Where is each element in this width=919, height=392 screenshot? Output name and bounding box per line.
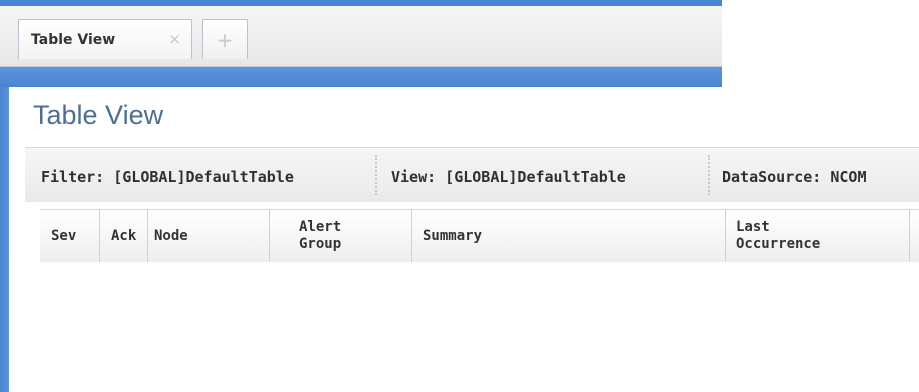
header-blue-bar bbox=[0, 67, 722, 87]
column-label: Sev bbox=[51, 228, 77, 244]
column-label: Alert Group bbox=[299, 219, 342, 252]
datasource-selector[interactable]: DataSource: NCOM bbox=[722, 168, 867, 186]
column-header-sev[interactable]: Sev bbox=[40, 210, 100, 262]
toolbar-separator bbox=[708, 155, 710, 195]
tab-table-view[interactable]: Table View × bbox=[18, 19, 192, 59]
column-header-alert-group[interactable]: Alert Group bbox=[270, 210, 412, 262]
plus-icon: + bbox=[216, 28, 234, 52]
view-selector[interactable]: View: [GLOBAL]DefaultTable bbox=[391, 168, 626, 186]
column-label: Summary bbox=[423, 228, 483, 244]
tab-bar: Table View × + bbox=[0, 6, 722, 67]
column-header-node[interactable]: Node bbox=[148, 210, 270, 262]
column-header-ack[interactable]: Ack bbox=[100, 210, 148, 262]
add-tab-button[interactable]: + bbox=[202, 19, 248, 59]
close-icon[interactable]: × bbox=[168, 30, 181, 48]
tab-label: Table View bbox=[31, 32, 116, 48]
column-header-last-occurrence[interactable]: Last Occurrence bbox=[726, 210, 910, 262]
column-label: Ack bbox=[111, 228, 137, 244]
toolbar-separator bbox=[375, 155, 377, 195]
filter-toolbar: Filter: [GLOBAL]DefaultTable View: [GLOB… bbox=[25, 147, 919, 202]
table-body bbox=[40, 262, 919, 392]
left-frame-border bbox=[0, 87, 9, 392]
page-title: Table View bbox=[33, 100, 164, 130]
table-header: Sev Ack Node Alert Group Summary Last Oc… bbox=[40, 209, 919, 263]
column-label: Last Occurrence bbox=[736, 219, 821, 252]
column-label: Node bbox=[154, 228, 188, 244]
column-header-summary[interactable]: Summary bbox=[412, 210, 726, 262]
filter-selector[interactable]: Filter: [GLOBAL]DefaultTable bbox=[41, 168, 294, 186]
